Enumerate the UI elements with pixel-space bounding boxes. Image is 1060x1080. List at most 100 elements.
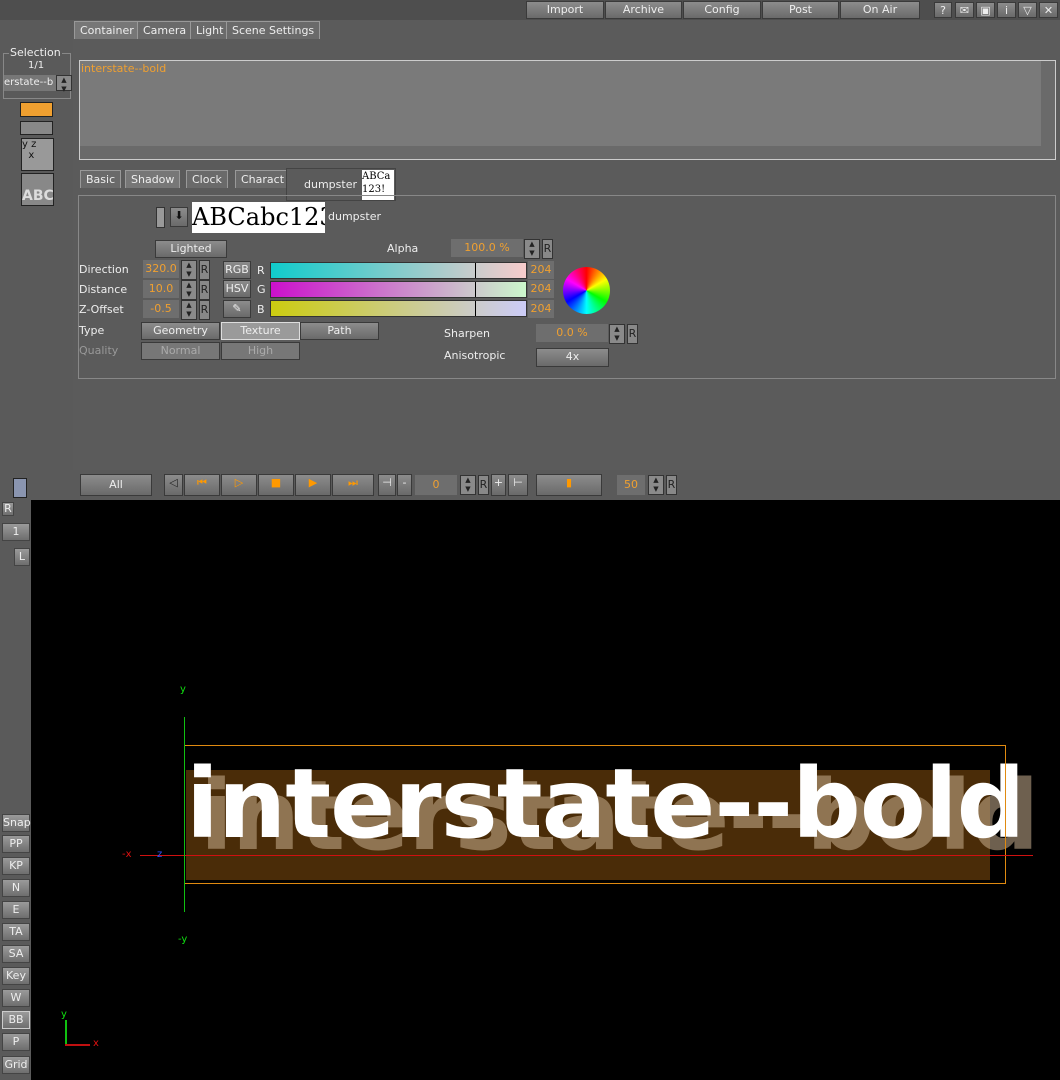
layer-l-button[interactable]: L xyxy=(14,548,30,566)
kp-button[interactable]: KP xyxy=(2,857,30,875)
direction-stepper[interactable]: ▲ ▼ xyxy=(181,260,197,280)
type-path[interactable]: Path xyxy=(300,322,379,340)
frame-field[interactable]: 0 xyxy=(415,475,457,495)
minimize-icon[interactable]: ▽ xyxy=(1018,2,1037,18)
distance-field[interactable]: 10.0 xyxy=(143,280,179,298)
eyedropper-icon[interactable]: ✎ xyxy=(223,300,251,318)
selection-dropdown[interactable]: erstate--b xyxy=(4,75,56,91)
distance-reset[interactable]: R xyxy=(199,280,210,300)
n-button[interactable]: N xyxy=(2,879,30,897)
sharpen-reset[interactable]: R xyxy=(627,324,638,344)
step-forward-icon[interactable]: ▶ xyxy=(295,474,331,496)
menu-config[interactable]: Config xyxy=(683,1,761,19)
trash-icon[interactable] xyxy=(13,478,27,498)
key-button[interactable]: Key xyxy=(2,967,30,985)
w-button[interactable]: W xyxy=(2,989,30,1007)
selection-stepper[interactable]: ▲ ▼ xyxy=(56,75,72,93)
sharpen-field[interactable]: 0.0 % xyxy=(536,324,608,342)
clipboard-icon[interactable]: ▣ xyxy=(976,2,995,18)
lighted-button[interactable]: Lighted xyxy=(155,240,227,258)
alpha-field[interactable]: 100.0 % xyxy=(451,239,523,257)
go-end-icon[interactable]: ⏭ xyxy=(332,474,374,496)
font-preview[interactable]: ABCabc123 xyxy=(192,202,325,233)
b-slider[interactable] xyxy=(270,300,527,317)
g-slider[interactable] xyxy=(270,281,527,298)
plus-button[interactable]: + xyxy=(491,474,506,496)
tab-characters[interactable]: Charact xyxy=(235,170,291,188)
type-geometry[interactable]: Geometry xyxy=(141,322,220,340)
transform-icon[interactable] xyxy=(20,102,53,117)
b-value[interactable]: 204 xyxy=(528,300,554,318)
g-value[interactable]: 204 xyxy=(528,280,554,298)
distance-stepper[interactable]: ▲ ▼ xyxy=(181,280,197,300)
help-icon[interactable]: ? xyxy=(934,2,952,18)
go-start-icon[interactable]: ⏮ xyxy=(184,474,220,496)
color-wheel[interactable] xyxy=(563,267,610,314)
e-button[interactable]: E xyxy=(2,901,30,919)
tab-clock[interactable]: Clock xyxy=(186,170,228,188)
pp-button[interactable]: PP xyxy=(2,835,30,853)
layer-1-button[interactable]: 1 xyxy=(2,523,30,541)
set-out-icon[interactable]: ⊢ xyxy=(508,474,528,496)
frame-reset[interactable]: R xyxy=(478,475,489,495)
axis-neg-x-label: -x xyxy=(122,849,132,860)
text-editor[interactable] xyxy=(79,60,1056,160)
tab-camera[interactable]: Camera xyxy=(137,21,193,39)
stop-icon[interactable]: ■ xyxy=(258,474,294,496)
tab-container[interactable]: Container xyxy=(74,21,140,39)
x-axis-line xyxy=(140,855,1033,856)
ta-button[interactable]: TA xyxy=(2,923,30,941)
tab-basic[interactable]: Basic xyxy=(80,170,122,188)
direction-field[interactable]: 320.0 xyxy=(143,260,179,278)
set-in-icon[interactable]: ⊣ xyxy=(378,474,396,496)
minus-button[interactable]: - xyxy=(397,474,412,496)
menu-on-air[interactable]: On Air xyxy=(840,1,920,19)
editor-scrollbar[interactable] xyxy=(1041,61,1055,159)
keyframe-marker-icon[interactable]: ▮ xyxy=(536,474,602,496)
zoffset-stepper[interactable]: ▲ ▼ xyxy=(181,300,197,320)
grid-button[interactable]: Grid xyxy=(2,1056,30,1074)
alpha-reset[interactable]: R xyxy=(542,239,553,259)
person-icon[interactable] xyxy=(20,121,53,135)
zoffset-reset[interactable]: R xyxy=(199,300,210,320)
menu-post[interactable]: Post xyxy=(762,1,839,19)
text-plugin-icon[interactable]: ABC xyxy=(21,173,54,206)
y-axis-line xyxy=(184,717,185,912)
close-icon[interactable]: ✕ xyxy=(1039,2,1058,18)
info-icon[interactable]: i xyxy=(997,2,1016,18)
anisotropic-label: Anisotropic xyxy=(444,349,506,362)
font-download-icon[interactable]: ⬇ xyxy=(170,207,188,227)
type-texture[interactable]: Texture xyxy=(221,322,300,340)
end-frame-stepper[interactable]: ▲ ▼ xyxy=(648,475,664,495)
mail-icon[interactable]: ✉ xyxy=(955,2,974,18)
play-icon[interactable]: ▷ xyxy=(221,474,257,496)
axis-y-label: y xyxy=(180,684,186,695)
zoffset-field[interactable]: -0.5 xyxy=(143,300,179,318)
bb-button[interactable]: BB xyxy=(2,1011,30,1029)
tab-shadow[interactable]: Shadow xyxy=(125,170,181,188)
editor-hscrollbar[interactable] xyxy=(80,146,1041,159)
rgb-button[interactable]: RGB xyxy=(223,261,251,279)
end-frame-field[interactable]: 50 xyxy=(617,475,645,495)
sa-button[interactable]: SA xyxy=(2,945,30,963)
tab-light[interactable]: Light xyxy=(190,21,230,39)
all-button[interactable]: All xyxy=(80,474,152,496)
hsv-button[interactable]: HSV xyxy=(223,280,251,298)
r-value[interactable]: 204 xyxy=(528,261,554,279)
direction-reset[interactable]: R xyxy=(199,260,210,280)
end-frame-reset[interactable]: R xyxy=(666,475,677,495)
p-button[interactable]: P xyxy=(2,1033,30,1051)
sharpen-stepper[interactable]: ▲ ▼ xyxy=(609,324,625,344)
prev-key-icon[interactable]: ◁ xyxy=(164,474,183,496)
reset-view-button[interactable]: R xyxy=(2,502,14,516)
anisotropic-dropdown[interactable]: 4x xyxy=(536,348,609,367)
font-toggle[interactable] xyxy=(156,207,165,228)
menu-import[interactable]: Import xyxy=(526,1,604,19)
axis-icon[interactable]: y z x xyxy=(21,138,54,171)
alpha-stepper[interactable]: ▲ ▼ xyxy=(524,239,540,259)
tab-scene-settings[interactable]: Scene Settings xyxy=(226,21,321,39)
frame-stepper[interactable]: ▲ ▼ xyxy=(460,475,476,495)
snap-button[interactable]: Snap xyxy=(2,814,31,832)
r-slider[interactable] xyxy=(270,262,527,279)
menu-archive[interactable]: Archive xyxy=(605,1,682,19)
